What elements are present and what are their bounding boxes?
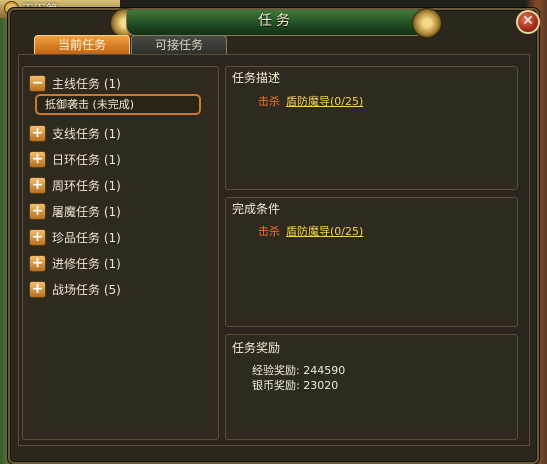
quest-description-panel: 任务描述 击杀 盾防魔导(0/25) [225,66,518,190]
expand-icon[interactable]: + [29,202,46,220]
silver-reward: 银币奖励: 23020 [252,379,339,392]
expand-icon[interactable]: + [29,280,46,298]
category-label: 屠魔任务 (1) [52,204,121,219]
quest-item-selected[interactable]: 抵御袭击 (未完成) [35,94,201,115]
expand-icon[interactable]: + [29,124,46,142]
category-treasure[interactable]: + 珍品任务 (1) [29,227,121,247]
rewards-heading: 任务奖励 [232,341,281,355]
category-label: 珍品任务 (1) [52,230,121,245]
category-demon-slaying[interactable]: + 屠魔任务 (1) [29,201,121,221]
category-label: 周环任务 (1) [52,178,121,193]
objective-target-link[interactable]: 盾防魔导(0/25) [286,225,363,238]
title-ornament-right-icon [412,8,442,38]
tab-current-quests[interactable]: 当前任务 [34,35,130,55]
category-label: 日环任务 (1) [52,152,121,167]
exp-reward: 经验奖励: 244590 [252,364,346,377]
category-label: 战场任务 (5) [52,282,121,297]
category-main[interactable]: − 主线任务 (1) [29,73,121,93]
category-side[interactable]: + 支线任务 (1) [29,123,121,143]
category-daily[interactable]: + 日环任务 (1) [29,149,121,169]
category-battlefield[interactable]: + 战场任务 (5) [29,279,121,299]
expand-icon[interactable]: + [29,254,46,272]
close-button[interactable]: ✕ [516,10,540,34]
conditions-heading: 完成条件 [232,202,281,216]
category-label: 进修任务 (1) [52,256,121,271]
objective-verb: 击杀 [258,225,280,238]
category-training[interactable]: + 进修任务 (1) [29,253,121,273]
expand-icon[interactable]: + [29,176,46,194]
window-title-bar[interactable]: 任务 [126,10,426,36]
collapse-icon[interactable]: − [29,74,46,92]
objective-verb: 击杀 [258,95,280,108]
category-label: 主线任务 (1) [52,76,121,91]
description-heading: 任务描述 [232,71,281,85]
expand-icon[interactable]: + [29,228,46,246]
window-title: 任务 [258,13,294,29]
objective-target-link[interactable]: 盾防魔导(0/25) [286,95,363,108]
quest-category-list: − 主线任务 (1) 抵御袭击 (未完成) + 支线任务 (1) + 日环任务 … [22,66,219,440]
expand-icon[interactable]: + [29,150,46,168]
description-objective: 击杀 盾防魔导(0/25) [258,93,363,109]
category-label: 支线任务 (1) [52,126,121,141]
completion-conditions-panel: 完成条件 击杀 盾防魔导(0/25) [225,197,518,327]
tab-available-quests[interactable]: 可接任务 [131,35,227,55]
category-weekly[interactable]: + 周环任务 (1) [29,175,121,195]
quest-rewards-panel: 任务奖励 经验奖励: 244590 银币奖励: 23020 [225,334,518,440]
condition-objective: 击杀 盾防魔导(0/25) [258,223,363,239]
